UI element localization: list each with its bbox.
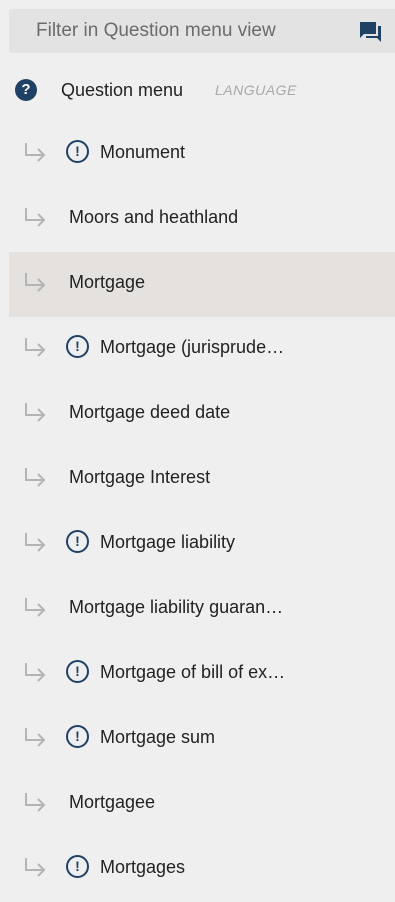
exclamation-circle-icon: !: [66, 855, 89, 878]
filter-input[interactable]: [9, 9, 356, 53]
list-item-label: Mortgage: [69, 272, 146, 292]
child-arrow-icon: [25, 533, 46, 552]
question-menu-root[interactable]: ? Question menu LANGUAGE: [0, 67, 395, 113]
filter-bar: [9, 9, 395, 53]
list-item[interactable]: ! Mortgage (jurisprude…: [9, 317, 395, 382]
list-item[interactable]: Moors and heathland: [9, 187, 395, 252]
exclamation-circle-icon: !: [66, 335, 89, 358]
list-item-label: Mortgage deed date: [69, 402, 231, 422]
chat-bubbles-icon[interactable]: [358, 20, 382, 44]
list-item-label: Mortgage of bill of ex…: [100, 662, 286, 682]
list-item-label: Mortgage liability: [100, 532, 236, 552]
list-item-label: Mortgage Interest: [69, 467, 211, 487]
list-item-label: Mortgagee: [69, 792, 156, 812]
exclamation-circle-icon: !: [66, 725, 89, 748]
list-item[interactable]: ! Mortgage liability: [9, 512, 395, 577]
child-arrow-icon: [25, 143, 46, 162]
list-item[interactable]: Mortgage Interest: [9, 447, 395, 512]
child-arrow-icon: [25, 858, 46, 877]
child-arrow-icon: [25, 273, 46, 292]
list-item[interactable]: Mortgagee: [9, 772, 395, 837]
language-tag: LANGUAGE: [215, 82, 297, 98]
exclamation-circle-icon: !: [66, 530, 89, 553]
list-item-label: Monument: [100, 142, 186, 162]
list-item-label: Moors and heathland: [69, 207, 239, 227]
exclamation-circle-icon: !: [66, 140, 89, 163]
list-item[interactable]: Mortgage liability guaran…: [9, 577, 395, 642]
root-label: Question menu: [61, 80, 184, 100]
child-arrow-icon: [25, 663, 46, 682]
list-item-label: Mortgage sum: [100, 727, 216, 747]
list-item[interactable]: ! Mortgage of bill of ex…: [9, 642, 395, 707]
child-arrow-icon: [25, 598, 46, 617]
list-item[interactable]: ! Monument: [9, 122, 395, 187]
list-item-label: Mortgage liability guaran…: [69, 597, 284, 617]
list-item[interactable]: ! Mortgage sum: [9, 707, 395, 772]
child-arrow-icon: [25, 403, 46, 422]
list-item[interactable]: Mortgage deed date: [9, 382, 395, 447]
list-item[interactable]: Mortgage: [9, 252, 395, 317]
child-arrow-icon: [25, 468, 46, 487]
list-item[interactable]: ! Mortgages: [9, 837, 395, 902]
child-arrow-icon: [25, 338, 46, 357]
list-item-label: Mortgage (jurisprude…: [100, 337, 285, 357]
child-arrow-icon: [25, 793, 46, 812]
exclamation-circle-icon: !: [66, 660, 89, 683]
question-list: ! Monument Moors and heathland Mortgage! Mor…: [9, 122, 395, 902]
question-circle-icon: ?: [15, 79, 37, 101]
child-arrow-icon: [25, 208, 46, 227]
list-item-label: Mortgages: [100, 857, 186, 877]
child-arrow-icon: [25, 728, 46, 747]
